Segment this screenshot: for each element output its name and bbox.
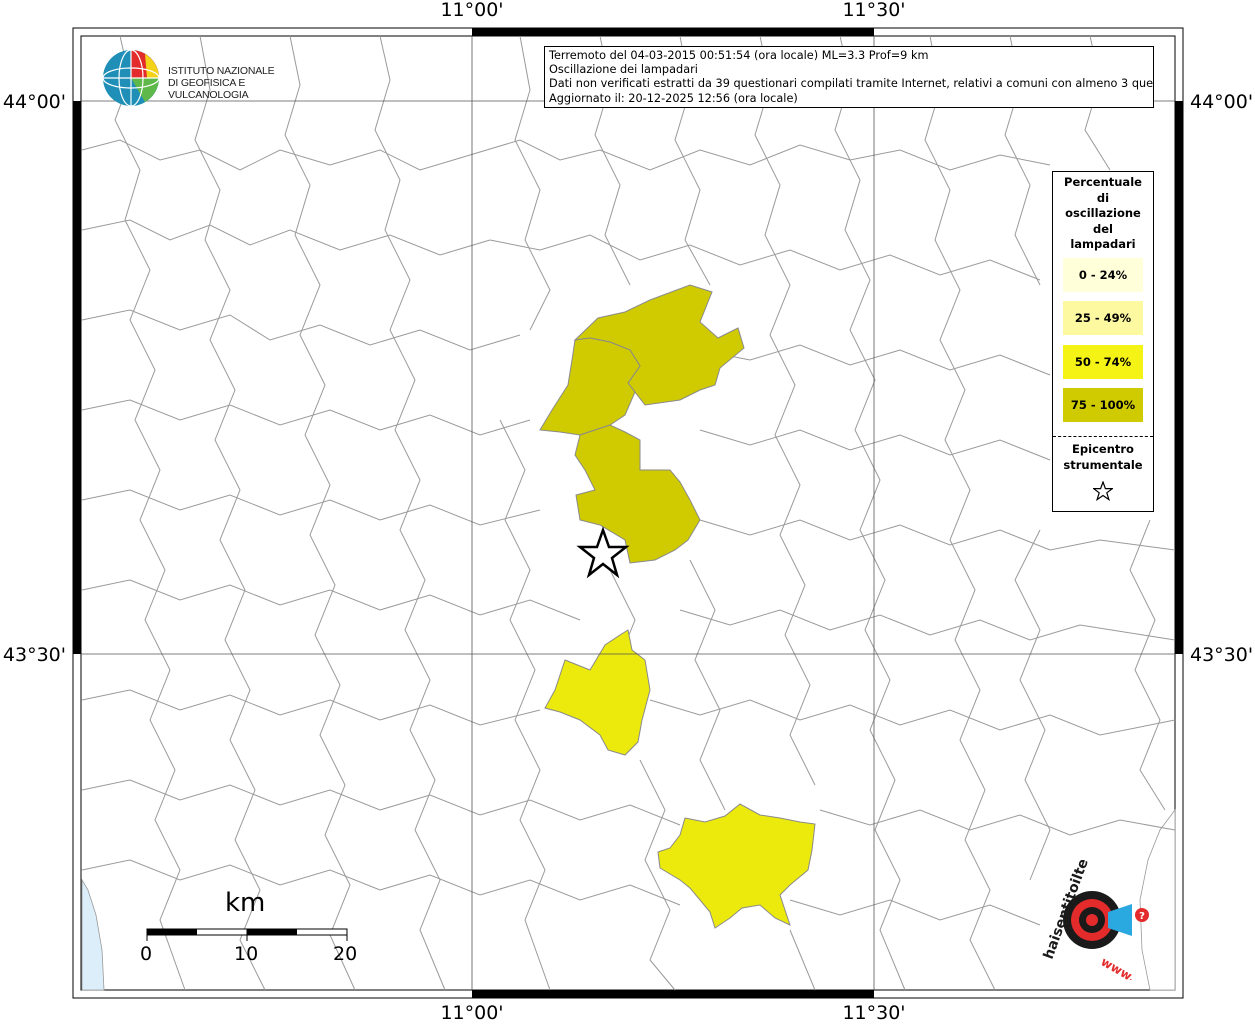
ingv-name-line1: ISTITUTO NAZIONALE bbox=[168, 65, 275, 77]
scale-bar-graphic bbox=[146, 928, 348, 941]
event-info-line2: Oscillazione dei lampadari bbox=[549, 63, 698, 77]
event-info-box: Terremoto del 04-03-2015 00:51:54 (ora l… bbox=[544, 46, 1154, 108]
legend-epicenter-label: Epicentro strumentale bbox=[1053, 442, 1153, 473]
lat-label-left-2: 43°30' bbox=[3, 644, 66, 666]
legend-item-25-49: 25 - 49% bbox=[1063, 301, 1143, 335]
frame-tick-left bbox=[73, 101, 81, 654]
legend-item-75-100: 75 - 100% bbox=[1063, 388, 1143, 422]
haisentito-www-text: www. bbox=[1099, 954, 1138, 980]
legend-title-line: del bbox=[1093, 221, 1113, 236]
haisentito-logo: ? haisentitoilterremoto.it www. bbox=[1030, 781, 1170, 985]
lon-label-bottom-1: 11°00' bbox=[440, 1002, 503, 1024]
lat-label-right-2: 43°30' bbox=[1190, 644, 1253, 666]
legend-title: Percentuale di oscillazione del lampadar… bbox=[1053, 175, 1153, 253]
legend-item-0-24: 0 - 24% bbox=[1063, 258, 1143, 292]
ingv-name-line2: DI GEOFISICA E VULCANOLOGIA bbox=[168, 77, 249, 101]
scale-tick-0: 0 bbox=[140, 943, 153, 965]
lon-label-bottom-2: 11°30' bbox=[842, 1002, 905, 1024]
legend: Percentuale di oscillazione del lampadar… bbox=[1052, 171, 1154, 512]
lon-label-top-1: 11°00' bbox=[440, 0, 503, 21]
scale-tick-10: 10 bbox=[234, 943, 259, 965]
scale-tick-20: 20 bbox=[333, 943, 358, 965]
legend-epicenter-line: Epicentro bbox=[1072, 442, 1134, 456]
ingv-name: ISTITUTO NAZIONALE DI GEOFISICA E VULCAN… bbox=[168, 65, 311, 101]
frame-tick-right bbox=[1175, 101, 1183, 654]
frame-tick-bottom bbox=[472, 990, 874, 998]
scale-unit: km bbox=[225, 888, 266, 918]
frame-tick-top bbox=[472, 28, 874, 36]
lon-label-top-2: 11°30' bbox=[842, 0, 905, 21]
event-info-line1: Terremoto del 04-03-2015 00:51:54 (ora l… bbox=[549, 49, 929, 62]
ingv-globe-icon bbox=[102, 49, 160, 107]
legend-separator bbox=[1053, 436, 1153, 437]
legend-title-line: Percentuale bbox=[1064, 175, 1142, 189]
haisentito-logo-graphic: ? haisentitoilterremoto.it www. bbox=[1041, 781, 1149, 985]
legend-epicenter-line: strumentale bbox=[1063, 457, 1143, 472]
lat-label-right-1: 44°00' bbox=[1190, 91, 1253, 113]
legend-item-50-74: 50 - 74% bbox=[1063, 345, 1143, 379]
lat-label-left-1: 44°00' bbox=[3, 91, 66, 113]
legend-star-icon bbox=[1093, 481, 1113, 501]
event-info-line3: Dati non verificati estratti da 39 quest… bbox=[549, 77, 1154, 91]
legend-title-line: di bbox=[1096, 190, 1110, 205]
legend-title-line: lampadari bbox=[1070, 237, 1136, 251]
svg-text:?: ? bbox=[1139, 911, 1145, 922]
ingv-logo: ISTITUTO NAZIONALE DI GEOFISICA E VULCAN… bbox=[101, 47, 311, 109]
event-info-line4: Aggiornato il: 20-12-2025 12:56 (ora loc… bbox=[549, 91, 798, 105]
legend-title-line: oscillazione bbox=[1065, 206, 1141, 220]
scale-bar: km 0 10 20 bbox=[130, 888, 370, 970]
